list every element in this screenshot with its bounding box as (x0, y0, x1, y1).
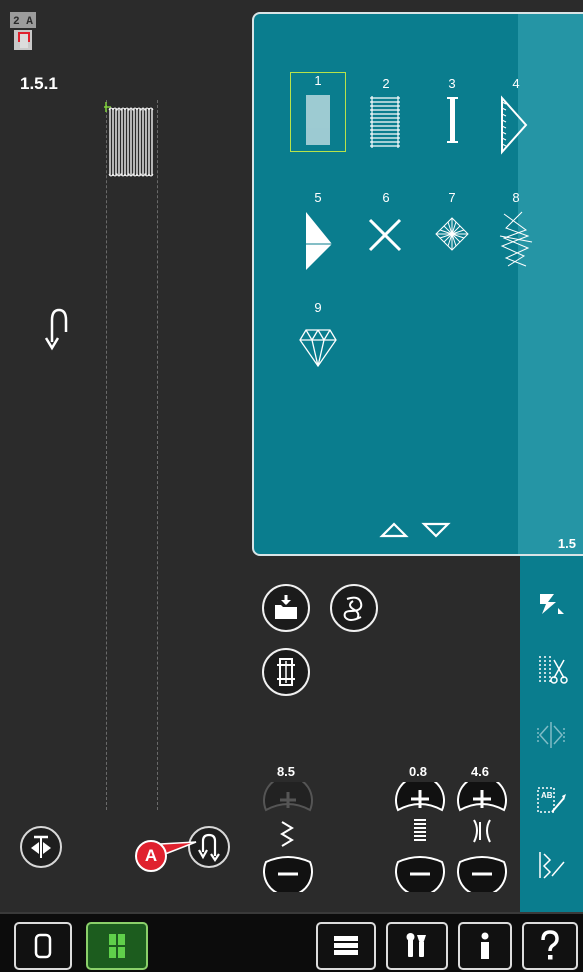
svg-text:AB: AB (541, 791, 553, 800)
sequence-icon[interactable]: AB (534, 784, 568, 818)
tie-off-icon[interactable] (534, 848, 568, 882)
stitch-options-button[interactable] (330, 584, 378, 632)
category-label: 1.5 (557, 536, 576, 551)
stitch-positioning-icon[interactable] (534, 586, 568, 620)
stitch-length-value: 0.8 (408, 764, 428, 779)
guide-line-left (106, 100, 107, 810)
freemotion-icon (343, 596, 363, 621)
stitch-width-value: 8.5 (276, 764, 296, 779)
guide-line-right (157, 100, 158, 810)
stitch-number-label: 7 (448, 190, 456, 205)
mirror-icon (31, 835, 51, 858)
stitch-number-label: 4 (512, 76, 520, 91)
stitch-menu-icon (109, 934, 125, 958)
stitch-preview-panel: 2 A 1.5.1 A (0, 0, 252, 912)
stitch-number-label: 1 (314, 73, 322, 88)
stitch-density-plus-icon[interactable] (457, 775, 507, 812)
info-button[interactable] (458, 922, 512, 970)
stitch-length-minus-icon[interactable] (395, 856, 445, 897)
stitch-length-control (394, 775, 446, 897)
stitch-7-button[interactable]: 7 (424, 190, 480, 270)
stitch-density-icon (473, 819, 491, 843)
buttonhole-icon (277, 658, 295, 686)
feather-stitch-icon (435, 217, 469, 251)
mirror-end-to-end-button[interactable] (20, 826, 62, 868)
cross-stitch-icon (368, 218, 402, 252)
scroll-down-icon[interactable] (421, 522, 451, 538)
info-icon (481, 932, 489, 959)
sewing-mode-icon (34, 933, 52, 959)
stitch-density-minus-icon[interactable] (457, 856, 507, 897)
stitch-number-label: 3 (448, 76, 456, 91)
stitch-8-button[interactable]: 8 (488, 190, 544, 270)
tools-icon (406, 933, 426, 957)
star-burst-stitch-icon (499, 211, 533, 267)
stitch-number: 1.5.1 (20, 74, 58, 93)
load-stitch-button[interactable] (262, 584, 310, 632)
stitch-1-button[interactable]: 1 (290, 72, 346, 152)
filled-triangle-stitch-icon (306, 212, 332, 270)
stitch-2-button[interactable]: 2 (358, 76, 414, 156)
stitch-width-control (262, 775, 314, 897)
stitch-number-label: 8 (512, 190, 520, 205)
stitch-number-label: 5 (314, 190, 322, 205)
stitch-number-label: 9 (314, 300, 322, 315)
stitch-9-button[interactable]: 9 (290, 300, 346, 380)
stitch-width-icon (280, 821, 294, 847)
narrow-satin-stitch-icon (447, 97, 458, 143)
selection-menu-button[interactable] (316, 922, 376, 970)
stitch-3-button[interactable]: 3 (424, 76, 480, 156)
stitch-6-button[interactable]: 6 (358, 190, 414, 270)
stitch-number-label: 2 (382, 76, 390, 91)
sewing-machine-screen: 2 A 1.5.1 A 1 2 3 4 5 6 7 8 9 1.5 8.5 0.… (0, 0, 583, 972)
satin-ladder-stitch-icon (370, 96, 400, 148)
scroll-up-icon[interactable] (379, 522, 409, 538)
stitch-menu-button[interactable] (86, 922, 148, 970)
stitch-4-button[interactable]: 4 (488, 76, 544, 156)
presser-foot-icon: 2 A (10, 12, 36, 54)
stitch-length-plus-icon[interactable] (395, 775, 445, 812)
stitch-length-icon (414, 819, 426, 841)
satin-stitch-icon (306, 95, 330, 145)
settings-button[interactable] (386, 922, 448, 970)
stitch-density-value: 4.6 (470, 764, 490, 779)
list-icon (334, 936, 358, 955)
stitch-width-plus-icon[interactable] (263, 775, 313, 812)
buttonhole-button[interactable] (262, 648, 310, 696)
sewing-mode-button[interactable] (14, 922, 72, 970)
stitch-menu-panel: 1 2 3 4 5 6 7 8 9 1.5 (252, 12, 583, 556)
diamond-stitch-icon (299, 329, 337, 368)
stitch-preview-icon (101, 100, 158, 182)
scroll-arrows (379, 522, 451, 538)
mirror-side-icon[interactable] (534, 718, 568, 752)
tool-strip: AB (520, 556, 583, 912)
presser-foot-label: 2 A (13, 16, 33, 28)
stitch-width-minus-icon[interactable] (263, 856, 313, 897)
open-folder-icon (275, 595, 297, 619)
reverse-indicator-icon (42, 302, 72, 354)
bottom-toolbar (0, 912, 583, 972)
cut-stitch-icon[interactable] (534, 652, 568, 686)
help-icon (541, 930, 559, 960)
stitch-density-control (456, 775, 508, 897)
callout-a-badge: A (135, 840, 167, 872)
stitch-5-button[interactable]: 5 (290, 190, 346, 270)
stitch-number-label: 6 (382, 190, 390, 205)
triangle-outline-stitch-icon (501, 95, 528, 155)
help-button[interactable] (522, 922, 578, 970)
